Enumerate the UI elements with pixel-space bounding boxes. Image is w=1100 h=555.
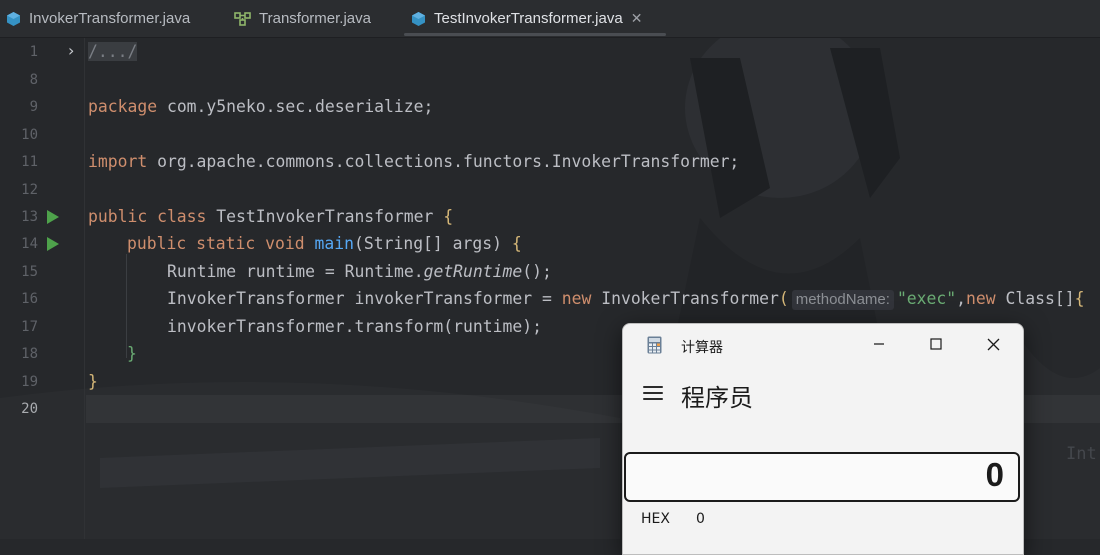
minimize-icon (874, 343, 884, 345)
method-name: main (314, 234, 354, 253)
tab-label: Transformer.java (259, 10, 371, 27)
brace: } (127, 344, 137, 363)
keyword: public static void (127, 234, 305, 253)
code-line-1: /.../ (88, 41, 138, 63)
code-line-14: public static void main(String[] args) { (127, 233, 522, 255)
brace: { (511, 234, 522, 253)
minimize-button[interactable] (864, 332, 894, 356)
java-interface-icon (234, 11, 251, 26)
keyword: public class (88, 207, 207, 226)
close-tab-icon[interactable]: ✕ (631, 10, 643, 27)
active-tab-indicator (404, 33, 666, 36)
hex-radix-label[interactable]: HEX (641, 511, 670, 527)
tab-invoker-transformer[interactable]: InvokerTransformer.java (6, 0, 190, 37)
code-text: invokerTransformer.transform(runtime); (167, 317, 542, 336)
code-text: InvokerTransformer (591, 289, 779, 308)
brace: { (1074, 289, 1085, 308)
calculator-mode-title: 程序员 (681, 384, 753, 412)
editor-gutter: 1 8 9 10 11 12 13 14 15 16 17 18 19 20 › (0, 38, 86, 539)
display-value: 0 (985, 456, 1004, 493)
code-text: (); (522, 262, 552, 281)
line-number: 19 (21, 374, 38, 390)
keyword: new (966, 289, 996, 308)
watermark-text: Int (1066, 444, 1097, 464)
hex-radix-value: 0 (696, 511, 705, 527)
line-number: 16 (21, 291, 38, 307)
code-text: InvokerTransformer invokerTransformer = (167, 289, 562, 308)
hamburger-menu-icon[interactable] (643, 386, 663, 402)
calculator-title: 计算器 (681, 340, 723, 356)
editor-tab-bar: InvokerTransformer.java Transformer.java… (0, 0, 1100, 38)
string-literal: "exec" (896, 289, 957, 308)
java-class-icon (7, 11, 20, 26)
parameter-hint: methodName: (791, 290, 894, 310)
line-number: 10 (21, 127, 38, 143)
brace: } (88, 372, 98, 391)
class-name: TestInvokerTransformer (206, 207, 444, 226)
line-number: 1 (29, 44, 38, 60)
code-line-19: } (88, 371, 98, 393)
line-number: 14 (21, 236, 38, 252)
tab-test-invoker-transformer[interactable]: TestInvokerTransformer.java ✕ (411, 0, 642, 37)
run-main-icon[interactable] (47, 237, 59, 251)
line-number: 18 (21, 346, 38, 362)
keyword: package (88, 97, 158, 116)
close-button[interactable] (978, 332, 1008, 356)
import-name: org.apache.commons.collections.functors.… (147, 152, 740, 171)
tab-label: InvokerTransformer.java (29, 10, 191, 27)
code-line-16: InvokerTransformer invokerTransformer = … (167, 288, 1084, 310)
code-line-15: Runtime runtime = Runtime.getRuntime(); (167, 261, 552, 283)
code-text: Class[] (995, 289, 1075, 308)
line-number: 12 (21, 182, 38, 198)
maximize-button[interactable] (921, 332, 951, 356)
brace: { (443, 207, 454, 226)
line-number: 8 (29, 72, 38, 88)
line-number: 9 (29, 99, 38, 115)
code-line-17: invokerTransformer.transform(runtime); (167, 316, 542, 338)
line-number: 17 (21, 319, 38, 335)
package-name: com.y5neko.sec.deserialize; (157, 97, 434, 116)
java-class-icon (412, 11, 425, 26)
tab-transformer[interactable]: Transformer.java (234, 0, 371, 37)
gutter-separator (84, 38, 85, 539)
close-icon (987, 338, 999, 350)
method-params: (String[] args) (353, 234, 512, 253)
code-text: Runtime runtime = Runtime. (167, 262, 424, 281)
code-line-9: package com.y5neko.sec.deserialize; (88, 96, 433, 118)
keyword: import (88, 152, 148, 171)
code-line-11: import org.apache.commons.collections.fu… (88, 151, 739, 173)
expand-fold-icon[interactable]: › (68, 41, 74, 60)
code-line-18: } (127, 343, 137, 365)
maximize-icon (930, 338, 942, 350)
calculator-display: 0 (624, 452, 1020, 502)
folded-imports[interactable]: /.../ (88, 42, 138, 61)
method-call: getRuntime (423, 262, 523, 281)
calculator-window[interactable]: 计算器 程序员 0 HEX 0 (622, 323, 1024, 555)
run-class-icon[interactable] (47, 210, 59, 224)
line-number: 13 (21, 209, 38, 225)
tab-label: TestInvokerTransformer.java (434, 10, 623, 27)
line-number: 20 (21, 401, 38, 417)
paren: ( (778, 289, 789, 308)
line-number: 15 (21, 264, 38, 280)
calculator-app-icon (647, 336, 662, 354)
code-text: , (956, 289, 967, 308)
line-number: 11 (21, 154, 38, 170)
code-line-13: public class TestInvokerTransformer { (88, 206, 453, 228)
keyword: new (561, 289, 592, 308)
